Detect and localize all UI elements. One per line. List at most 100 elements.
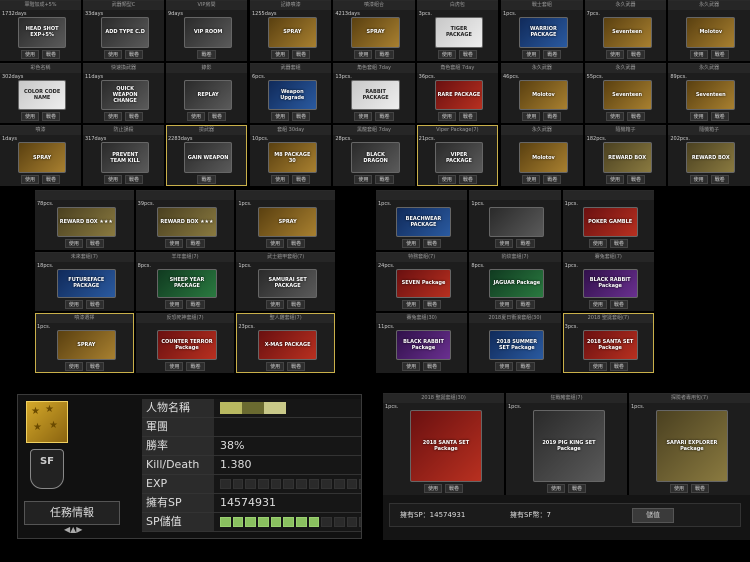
item-card-image[interactable]: GAIN WEAPON: [183, 142, 233, 173]
item-card-image[interactable]: VIP ROOM: [183, 17, 233, 48]
view-button[interactable]: 戰卷: [125, 112, 144, 122]
item-tile[interactable]: 永久武器 7pcs. Seventeen 使用 戰卷: [584, 0, 667, 61]
use-button[interactable]: 使用: [103, 112, 122, 122]
item-tile[interactable]: 賽兔套組(30) 11pcs. BLACK RABBIT Package 使用 戰卷: [376, 313, 468, 373]
item-tile[interactable]: 2018夏日衝浪套組(30) 2018 SUMMER SET Package 使用戰…: [469, 313, 561, 373]
use-button[interactable]: 使用: [605, 175, 624, 184]
item-tile[interactable]: VIP房間 9days VIP ROOM 戰卷: [166, 0, 247, 61]
view-button[interactable]: 戰卷: [42, 175, 61, 184]
item-tile[interactable]: 噴漆 1days SPRAY 使用 戰卷: [0, 125, 81, 186]
view-button[interactable]: 戰卷: [423, 362, 442, 371]
use-button[interactable]: 使用: [522, 49, 541, 59]
use-button[interactable]: 使用: [271, 49, 290, 59]
use-button[interactable]: 使用: [271, 112, 290, 122]
item-tile[interactable]: 戰士套組 1pcs. WARRIOR PACKAGE 使用 戰卷: [501, 0, 583, 61]
view-button[interactable]: 戰卷: [626, 49, 645, 59]
use-button[interactable]: 使用: [546, 484, 565, 493]
use-button[interactable]: 使用: [402, 300, 421, 310]
view-button[interactable]: 戰卷: [423, 238, 442, 248]
item-tile[interactable]: 聖人雞套組(7) 23pcs. X-MAS PACKAGE 使用 戰卷: [236, 313, 335, 373]
use-button[interactable]: 使用: [354, 49, 373, 59]
item-card-image[interactable]: Molotov: [686, 17, 736, 48]
item-card-image[interactable]: [489, 207, 545, 237]
view-button[interactable]: 戰卷: [186, 362, 205, 371]
item-card-image[interactable]: Molotov: [518, 79, 568, 111]
use-button[interactable]: 使用: [165, 362, 184, 371]
view-button[interactable]: 戰卷: [287, 300, 306, 310]
item-tile[interactable]: 噴漆組合 4213days SPRAY 使用 戰卷: [333, 0, 415, 61]
view-button[interactable]: 戰卷: [85, 238, 104, 248]
use-button[interactable]: 使用: [605, 112, 624, 122]
view-button[interactable]: 戰卷: [186, 238, 205, 248]
item-tile[interactable]: 39pcs. REWARD BOX ★★★ 使用 戰卷: [135, 190, 235, 250]
use-button[interactable]: 使用: [669, 484, 688, 493]
view-button[interactable]: 戰卷: [568, 484, 587, 493]
item-card-image[interactable]: 2018 SANTA SET Package: [409, 410, 483, 482]
item-card-image[interactable]: JAGUAR Package: [489, 268, 545, 299]
item-tile[interactable]: 武器類型C 33days ADD TYPE C.D 使用 戰卷: [83, 0, 164, 61]
item-card-image[interactable]: Seventeen: [602, 17, 652, 48]
view-button[interactable]: 戰卷: [445, 484, 464, 493]
view-button[interactable]: 戰卷: [626, 112, 645, 122]
item-tile[interactable]: 套組 30day 10pcs. M8 PACKAGE 30 使用 戰卷: [250, 125, 332, 186]
mission-info-button[interactable]: 任務情報: [24, 501, 120, 525]
item-tile[interactable]: 防止誤殺 317days PREVENT TEAM KILL 使用 戰卷: [83, 125, 164, 186]
view-button[interactable]: 戰卷: [375, 112, 394, 122]
view-button[interactable]: 戰卷: [691, 484, 710, 493]
item-card-image[interactable]: REWARD BOX: [602, 142, 652, 173]
item-tile[interactable]: 永久武器 Molotov 使用 戰卷: [501, 125, 583, 186]
use-button[interactable]: 使用: [165, 238, 184, 248]
item-card-image[interactable]: ADD TYPE C.D: [100, 17, 150, 48]
item-tile[interactable]: 永久武器 89pcs. Seventeen 使用 戰卷: [668, 62, 750, 124]
view-button[interactable]: 戰卷: [42, 49, 61, 59]
use-button[interactable]: 使用: [437, 49, 456, 59]
item-tile[interactable]: 賽兔套組(7) 1pcs. BLACK RABBIT Package 使用 戰卷: [562, 251, 654, 312]
item-card-image[interactable]: SEVEN Package: [396, 268, 451, 299]
item-tile[interactable]: 噴漆選擇 1pcs. SPRAY 使用 戰卷: [35, 313, 134, 373]
view-button[interactable]: 戰卷: [375, 175, 394, 184]
item-card-image[interactable]: Molotov: [518, 142, 568, 173]
item-tile[interactable]: 錄影 REPLAY 使用 戰卷: [166, 62, 247, 124]
item-tile[interactable]: 撿武器 2283days GAIN WEAPON 戰卷: [166, 125, 247, 186]
use-button[interactable]: 使用: [522, 112, 541, 122]
view-button[interactable]: 戰卷: [543, 112, 562, 122]
item-card-image[interactable]: VIPER PACKAGE: [434, 142, 484, 173]
use-button[interactable]: 使用: [437, 175, 456, 184]
view-button[interactable]: 戰卷: [42, 112, 61, 122]
item-card-image[interactable]: SPRAY: [267, 17, 317, 48]
item-card-image[interactable]: BLACK RABBIT Package: [582, 268, 638, 299]
use-button[interactable]: 使用: [605, 49, 624, 59]
item-card-image[interactable]: SAFARI EXPLORER Package: [655, 410, 729, 482]
item-tile[interactable]: 78pcs. REWARD BOX ★★★ 使用 戰卷: [35, 190, 134, 250]
view-button[interactable]: 戰卷: [458, 49, 477, 59]
view-button[interactable]: 戰卷: [292, 175, 311, 184]
use-button[interactable]: 使用: [64, 362, 83, 371]
item-tile[interactable]: 豹紋套組(7) 8pcs. JAGUAR Package 使用 戰卷: [469, 251, 561, 312]
view-button[interactable]: 戰卷: [423, 300, 442, 310]
use-button[interactable]: 使用: [588, 362, 607, 371]
view-button[interactable]: 戰卷: [609, 362, 628, 371]
use-button[interactable]: 使用: [522, 175, 541, 184]
view-button[interactable]: 戰卷: [287, 238, 306, 248]
item-tile[interactable]: 特務套組(7) 24pcs. SEVEN Package 使用 戰卷: [376, 251, 468, 312]
item-card-image[interactable]: 2018 SANTA SET Package: [582, 330, 638, 360]
item-card-image[interactable]: FUTUREFACE PACKAGE: [56, 268, 116, 299]
use-button[interactable]: 使用: [64, 300, 83, 310]
use-button[interactable]: 使用: [266, 300, 285, 310]
view-button[interactable]: 戰卷: [186, 300, 205, 310]
view-button[interactable]: 戰卷: [85, 362, 104, 371]
view-button[interactable]: 戰卷: [543, 175, 562, 184]
use-button[interactable]: 使用: [588, 300, 607, 310]
item-card-image[interactable]: 2019 PIG KING SET Package: [532, 410, 606, 482]
item-tile[interactable]: 1pcs. BEACHWEAR PACKAGE 使用 戰卷: [376, 190, 468, 250]
item-tile[interactable]: 永久武器 46pcs. Molotov 使用 戰卷: [501, 62, 583, 124]
use-button[interactable]: 使用: [423, 484, 442, 493]
item-tile[interactable]: 未來套組(7) 18pcs. FUTUREFACE PACKAGE 使用 戰卷: [35, 251, 134, 312]
view-button[interactable]: 戰卷: [197, 49, 216, 59]
item-card-image[interactable]: SPRAY: [56, 330, 116, 360]
view-button[interactable]: 戰卷: [710, 112, 729, 122]
use-button[interactable]: 使用: [271, 175, 290, 184]
item-card-image[interactable]: POKER GAMBLE: [582, 207, 638, 237]
view-button[interactable]: 戰卷: [516, 362, 535, 371]
item-tile[interactable]: 羊年套組(7) 8pcs. SHEEP YEAR PACKAGE 使用 戰卷: [135, 251, 235, 312]
